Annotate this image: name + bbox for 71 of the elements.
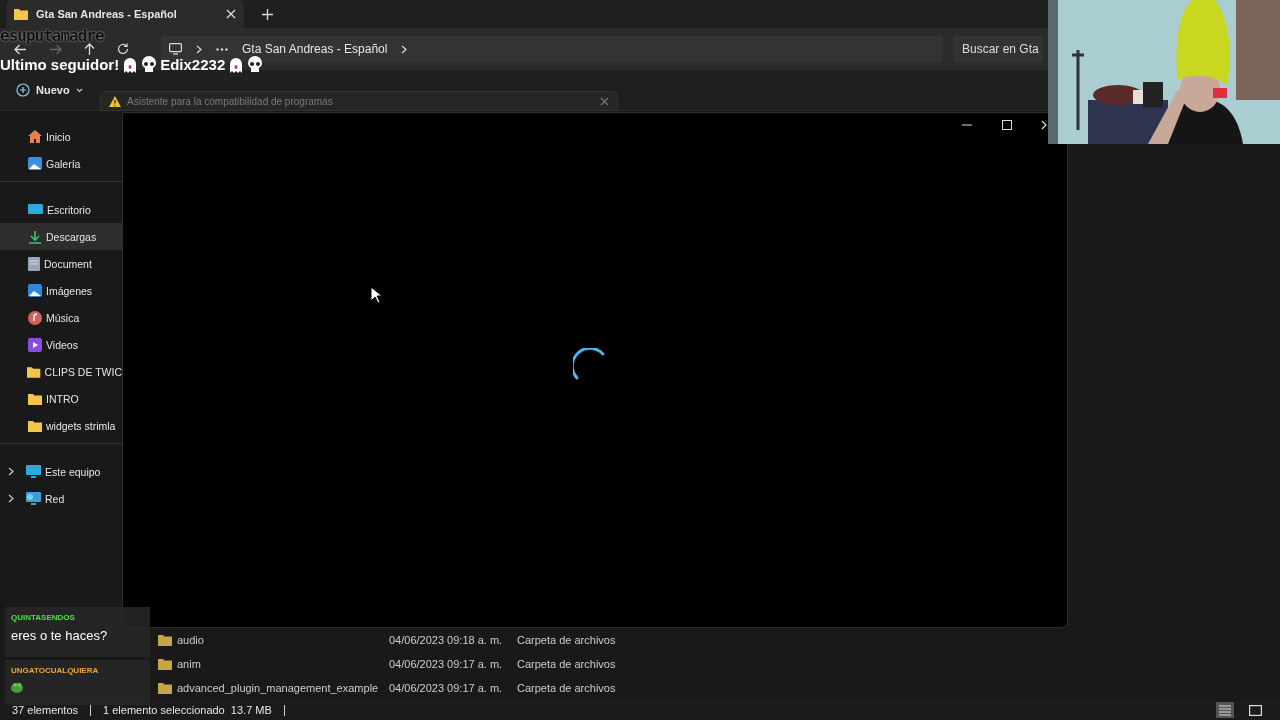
image-icon [28,157,42,170]
sidebar-item[interactable]: Imágenes [0,277,122,304]
maximize-icon[interactable] [999,117,1015,133]
monitor-icon [169,43,182,55]
folder-icon [158,634,172,646]
ghost-icon [228,56,245,73]
file-name[interactable]: audio [158,634,389,646]
ghost-icon [122,56,139,73]
house-icon [28,130,42,143]
refresh-icon[interactable] [117,43,129,55]
file-name[interactable]: advanced_plugin_management_example [158,682,389,694]
dialog-title: Asistente para la compatibilidad de programas [127,95,334,107]
plus-circle-icon [16,83,30,97]
sidebar-item[interactable]: Videos [0,331,122,358]
sidebar-item[interactable]: Música [0,304,122,331]
tile-icon [1248,704,1262,716]
chat-username: UNGATOCUALQUIERA [11,666,100,675]
frog-icon [11,681,23,693]
document-icon [28,256,40,271]
sidebar-item[interactable]: Escritorio [0,196,122,223]
music-icon [28,310,42,325]
chevron-icon [401,44,408,54]
plus-icon[interactable] [262,8,273,20]
selection-info: 1 elemento seleccionado 13.7 MB [103,704,272,716]
back-arrow-icon[interactable] [14,43,27,55]
sidebar-item[interactable]: Descargas [0,223,122,250]
download-icon [28,229,42,244]
list-icon [1219,704,1231,716]
sidebar-item[interactable]: CLIPS DE TWIC [0,358,122,385]
caret-icon [75,87,83,93]
view-button[interactable] [1246,702,1264,718]
date-cell-text: 04/06/2023 09:17 a. m. [389,682,504,694]
sidebar-item[interactable]: Este equipo [0,458,122,485]
warning-icon [109,95,121,107]
image-icon [28,284,42,297]
type-cell-text: Carpeta de archivos [517,682,617,694]
forward-arrow-icon[interactable] [49,43,62,55]
breadcrumb: Gta San Andreas - Español [242,42,388,56]
video-icon [28,337,42,352]
type-cell-text: Carpeta de archivos [517,658,617,670]
date-cell-text: 04/06/2023 09:18 a. m. [389,634,504,646]
folder-icon [28,392,42,405]
folder-icon [158,682,172,694]
chevron-icon [196,44,202,54]
folder-icon [158,658,172,670]
item-count: 37 elementos [12,704,79,716]
folder-icon [14,8,28,20]
overlay-name: esuputamadre [0,26,104,45]
network-icon [26,492,41,505]
follower-label: Ultimo seguidor! [0,56,120,73]
sidebar-item[interactable]: Inicio [0,123,122,150]
file-name[interactable]: anim [158,658,389,670]
monitor-icon [28,203,43,216]
sidebar-item[interactable]: INTRO [0,385,122,412]
date-cell-text: 04/06/2023 09:17 a. m. [389,658,504,670]
cursor-icon [370,286,382,304]
chat-username: QUINTASENDOS [11,613,76,622]
sidebar-item[interactable]: Red [0,485,122,512]
chat-text: eres o te haces? [11,628,109,643]
sidebar-item[interactable]: Galería [0,150,122,177]
type-cell-text: Carpeta de archivos [517,634,617,646]
folder-tab[interactable]: Gta San Andreas - Español [6,0,244,28]
more-icon [216,47,228,51]
new-button[interactable]: Nuevo [14,79,85,101]
sidebar-item[interactable]: widgets strimla [0,412,122,439]
search-field[interactable]: Buscar en Gta [953,36,1043,62]
tab-title: Gta San Andreas - Español [36,8,178,20]
monitor-icon [26,465,41,478]
folder-icon [27,365,41,378]
sidebar-item[interactable]: Document [0,250,122,277]
folder-icon [28,419,42,432]
